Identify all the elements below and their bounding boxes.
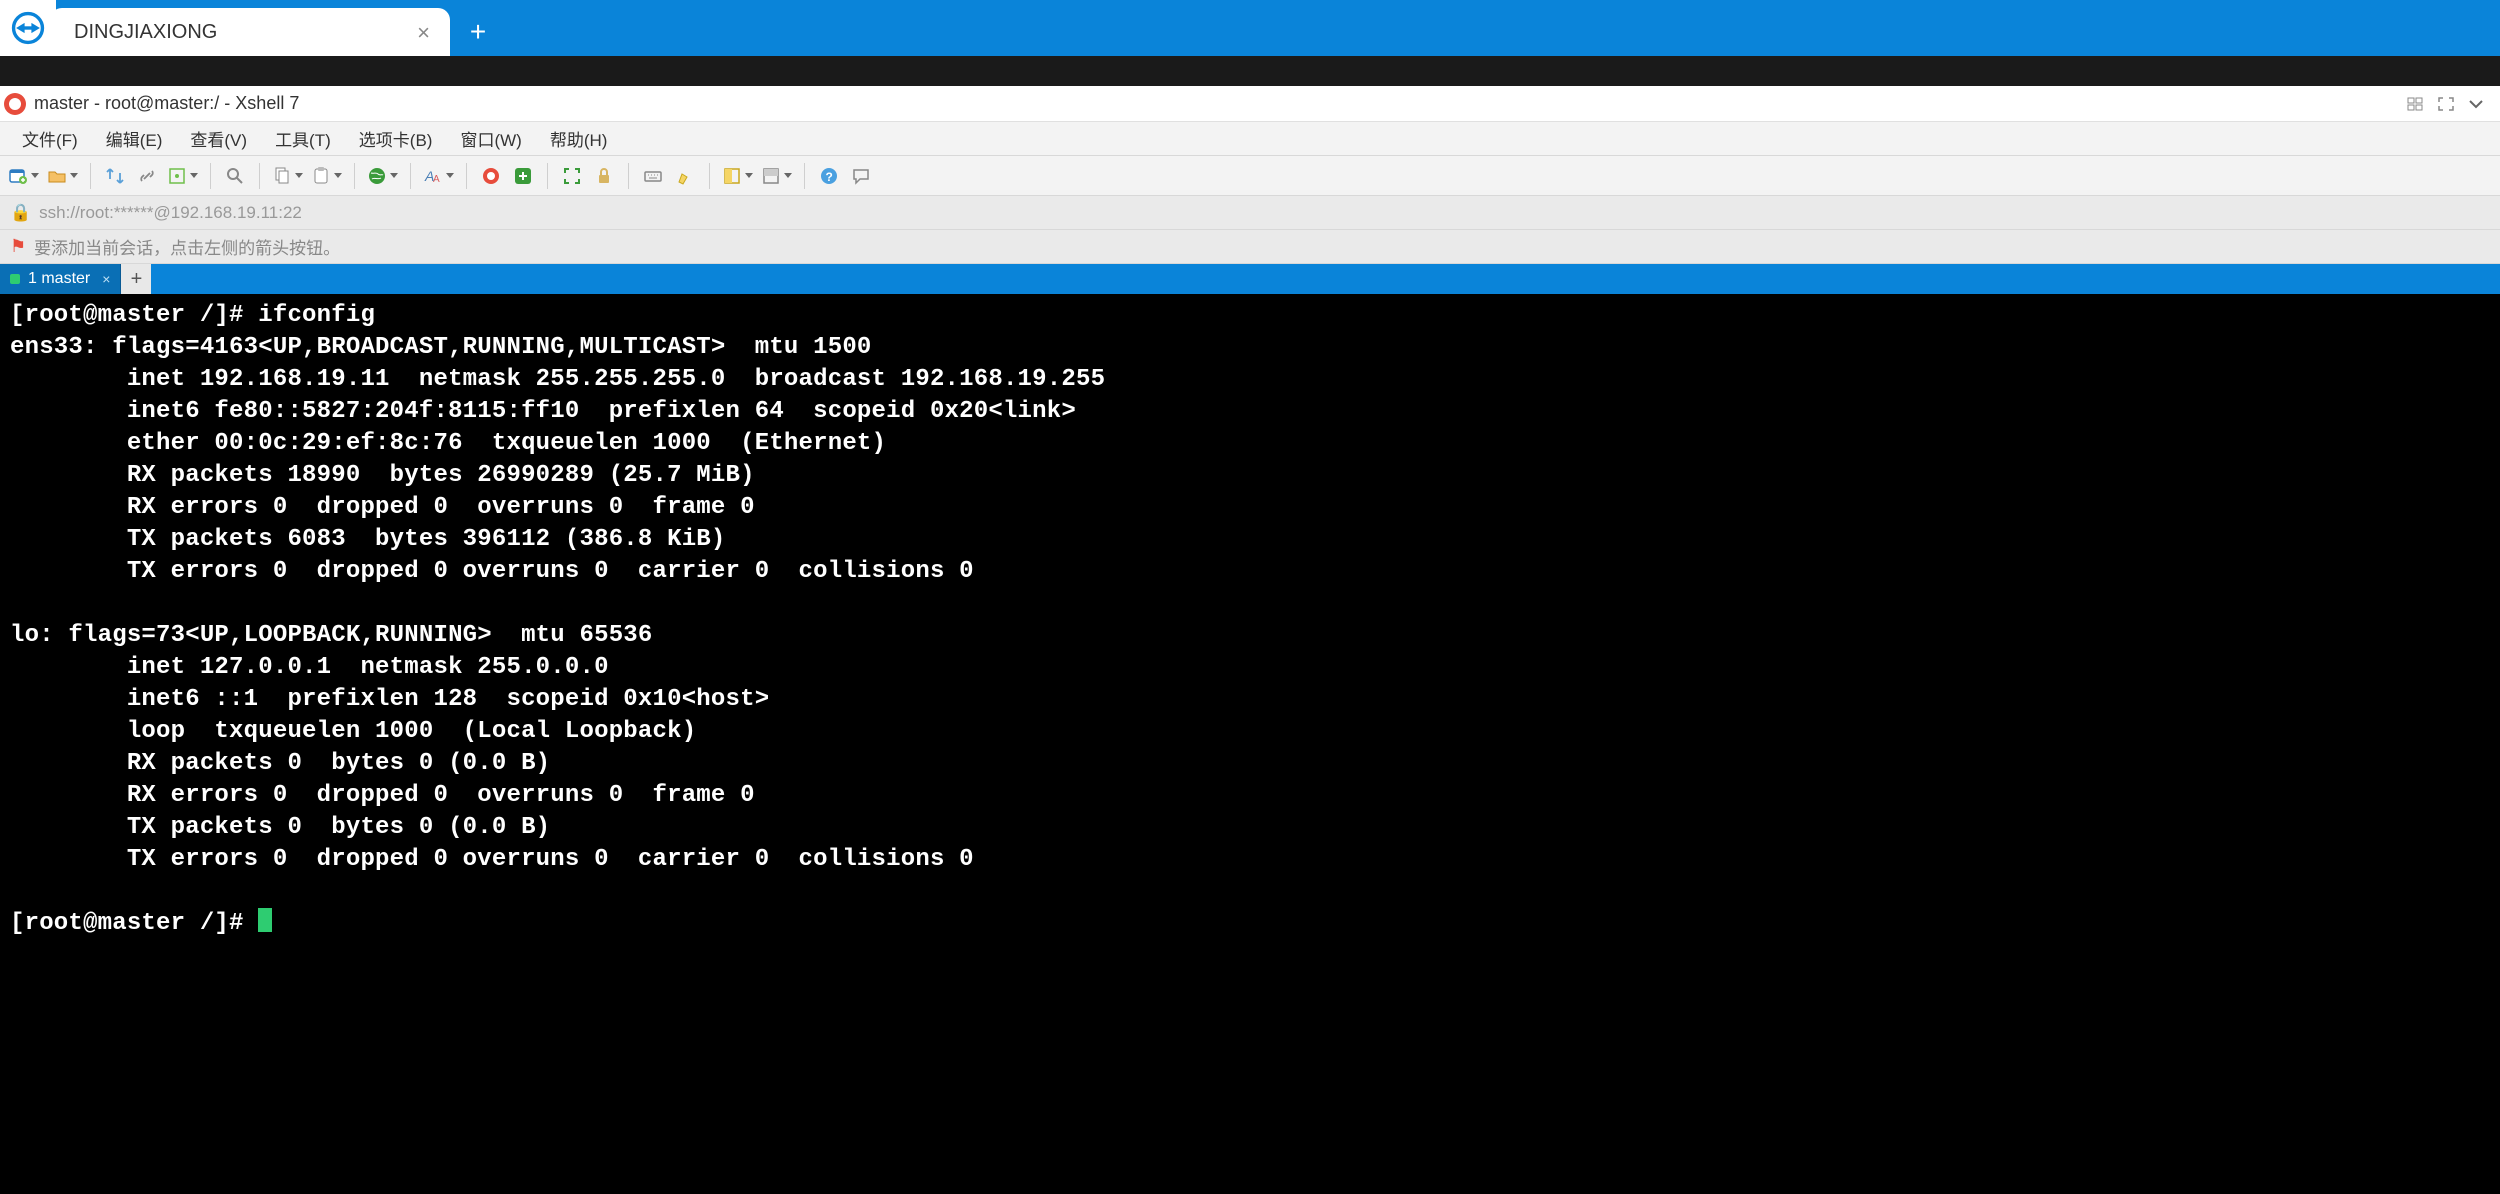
keyboard-button[interactable] <box>639 162 667 190</box>
window-gap <box>0 56 2500 86</box>
transfer-button[interactable] <box>101 162 129 190</box>
remote-tab-strip: DINGJIAXIONG × + <box>0 0 2500 56</box>
teamviewer-icon[interactable] <box>0 0 56 56</box>
menu-tools[interactable]: 工具(T) <box>261 122 345 155</box>
hint-text: 要添加当前会话，点击左侧的箭头按钮。 <box>34 234 340 259</box>
menu-tabs[interactable]: 选项卡(B) <box>345 122 447 155</box>
xftp-icon[interactable] <box>509 162 537 190</box>
xshell-icon[interactable] <box>477 162 505 190</box>
xshell-titlebar: master - root@master:/ - Xshell 7 <box>0 86 2500 122</box>
chat-button[interactable] <box>847 162 875 190</box>
layout1-button[interactable] <box>720 162 755 190</box>
lock-icon: 🔒 <box>10 203 31 223</box>
svg-text:A: A <box>433 174 440 185</box>
search-button[interactable] <box>221 162 249 190</box>
new-session-button[interactable] <box>6 162 41 190</box>
add-tab-button[interactable]: + <box>450 8 506 56</box>
paste-button[interactable] <box>309 162 344 190</box>
font-button[interactable]: AA <box>421 162 456 190</box>
dock-icon[interactable] <box>2402 92 2430 116</box>
terminal[interactable]: [root@master /]# ifconfig ens33: flags=4… <box>0 294 2500 1194</box>
properties-button[interactable] <box>165 162 200 190</box>
fullscreen-button[interactable] <box>558 162 586 190</box>
status-dot-icon <box>10 274 20 284</box>
lock-button[interactable] <box>590 162 618 190</box>
menu-edit[interactable]: 编辑(E) <box>92 122 177 155</box>
remote-tab-title: DINGJIAXIONG <box>74 21 217 44</box>
add-session-button[interactable]: + <box>121 264 151 294</box>
xshell-logo-icon <box>4 93 26 115</box>
session-tab-strip: 1 master × + <box>0 264 2500 294</box>
globe-button[interactable] <box>365 162 400 190</box>
menu-bar: 文件(F) 编辑(E) 查看(V) 工具(T) 选项卡(B) 窗口(W) 帮助(… <box>0 122 2500 156</box>
menu-file[interactable]: 文件(F) <box>8 122 92 155</box>
layout2-button[interactable] <box>759 162 794 190</box>
address-text: ssh://root:******@192.168.19.11:22 <box>39 203 302 223</box>
open-session-button[interactable] <box>45 162 80 190</box>
link-button[interactable] <box>133 162 161 190</box>
session-tab-label: 1 master <box>28 270 90 288</box>
toolbar: AA ? <box>0 156 2500 196</box>
hint-bar: ⚑ 要添加当前会话，点击左侧的箭头按钮。 <box>0 230 2500 264</box>
chevron-down-icon[interactable] <box>2462 92 2490 116</box>
window-title: master - root@master:/ - Xshell 7 <box>34 93 299 114</box>
menu-view[interactable]: 查看(V) <box>176 122 261 155</box>
svg-text:?: ? <box>826 170 833 184</box>
copy-button[interactable] <box>270 162 305 190</box>
flag-icon: ⚑ <box>10 236 26 257</box>
remote-tab[interactable]: DINGJIAXIONG × <box>50 8 450 56</box>
address-bar[interactable]: 🔒 ssh://root:******@192.168.19.11:22 <box>0 196 2500 230</box>
menu-window[interactable]: 窗口(W) <box>446 122 535 155</box>
session-tab-master[interactable]: 1 master × <box>0 264 121 294</box>
fullscreen-icon[interactable] <box>2432 92 2460 116</box>
help-button[interactable]: ? <box>815 162 843 190</box>
close-icon[interactable]: × <box>417 20 430 46</box>
menu-help[interactable]: 帮助(H) <box>536 122 622 155</box>
highlight-button[interactable] <box>671 162 699 190</box>
close-icon[interactable]: × <box>102 271 110 287</box>
